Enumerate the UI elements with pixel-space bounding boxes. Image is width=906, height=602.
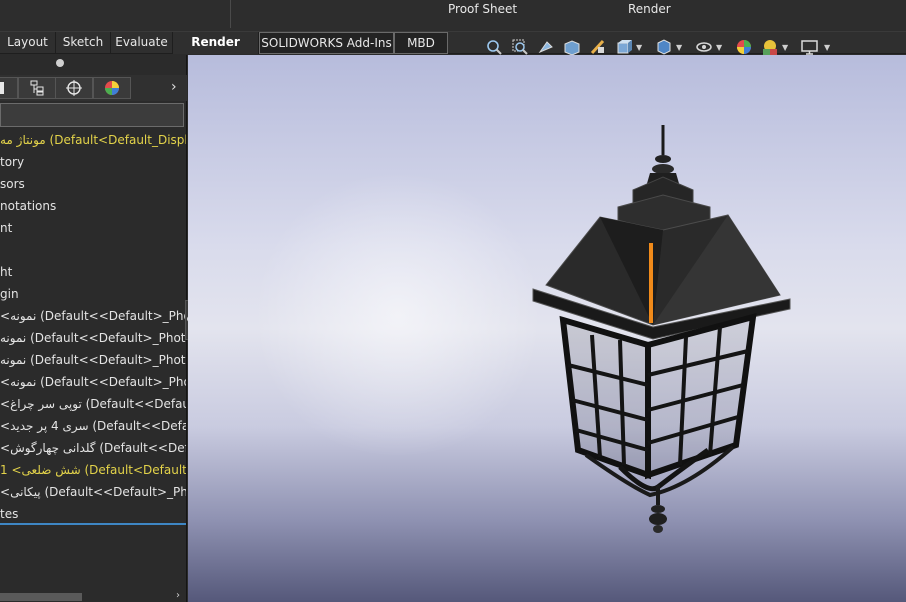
edit-appearance-icon[interactable] [734, 37, 754, 57]
command-manager-ribbon: Proof Sheet Render [0, 0, 906, 32]
panel-grip-icon[interactable] [56, 59, 64, 67]
panel-tabs: › [0, 75, 187, 101]
chevron-down-icon[interactable]: ▼ [636, 43, 642, 52]
apply-scene-icon[interactable] [760, 37, 780, 57]
display-style-icon[interactable] [654, 37, 674, 57]
dynamic-annotation-icon[interactable] [588, 37, 608, 57]
tab-solidworks-addins[interactable]: SOLIDWORKS Add-Ins [259, 32, 394, 54]
horizontal-scrollbar[interactable]: › [0, 590, 186, 602]
tree-item-top-plane[interactable] [0, 239, 186, 261]
tree-item-root-assembly[interactable]: مونتاژ مه (Default<Default_Display S [0, 129, 186, 151]
tab-sketch[interactable]: Sketch [56, 32, 111, 54]
tree-item-component[interactable]: <نمونه (Default<<Default>_Phot [0, 305, 186, 327]
ribbon-separator [230, 0, 231, 28]
tree-item-component[interactable]: نمونه (Default<<Default>_PhotoW [0, 349, 186, 371]
lantern-model[interactable] [188, 55, 906, 602]
tab-layout[interactable]: Layout [0, 32, 56, 54]
tree-item-component[interactable]: <گلدانی چهارگوش (Default<<Defa [0, 437, 186, 459]
tree-item-history[interactable]: tory [0, 151, 186, 173]
heads-up-view-toolbar: ▼ ▼ ▼ ▼ ▼ [484, 37, 844, 57]
tree-filter-input[interactable] [0, 103, 184, 127]
chevron-down-icon[interactable]: ▼ [676, 43, 682, 52]
proof-sheet-button[interactable]: Proof Sheet [448, 2, 517, 16]
graphics-area[interactable] [188, 55, 906, 602]
tab-evaluate[interactable]: Evaluate [111, 32, 173, 54]
view-orientation-icon[interactable] [614, 37, 634, 57]
chevron-down-icon[interactable]: ▼ [716, 43, 722, 52]
tab-mbd[interactable]: MBD [394, 32, 448, 54]
tab-render-tools[interactable]: Render Tools [173, 32, 259, 70]
scroll-right-icon[interactable]: › [176, 590, 180, 601]
chevron-down-icon[interactable]: ▼ [782, 43, 788, 52]
property-manager-tab[interactable] [18, 77, 56, 99]
tree-item-front-plane[interactable]: nt [0, 217, 186, 239]
tree-item-sensors[interactable]: sors [0, 173, 186, 195]
configuration-manager-tab[interactable] [55, 77, 93, 99]
tree-item-component[interactable]: نمونه (Default<<Default>_PhotoW [0, 327, 186, 349]
tree-item-annotations[interactable]: notations [0, 195, 186, 217]
chevron-right-icon[interactable]: › [171, 79, 177, 95]
zoom-to-fit-icon[interactable] [484, 37, 504, 57]
view-settings-icon[interactable] [800, 37, 820, 57]
tree-item-component[interactable]: <نمونه (Default<<Default>_PhotoW [0, 371, 186, 393]
tree-item-mates[interactable]: tes [0, 503, 186, 525]
section-view-icon[interactable] [562, 37, 582, 57]
feature-manager-panel: › مونتاژ مه (Default<Default_Display S t… [0, 55, 187, 602]
scrollbar-thumb[interactable] [0, 593, 82, 601]
hide-show-icon[interactable] [694, 37, 714, 57]
tree-item-component[interactable]: <سری 4 پر جدید (Default<<Default> [0, 415, 186, 437]
tree-rollback-bar[interactable] [0, 523, 186, 525]
tree-item-component[interactable]: <پیکانی (Default<<Default>_Phot [0, 481, 186, 503]
zoom-to-area-icon[interactable] [510, 37, 530, 57]
tree-item-component[interactable]: <توپی سر چراغ (Default<<Default> [0, 393, 186, 415]
tree-item-origin[interactable]: gin [0, 283, 186, 305]
chevron-down-icon[interactable]: ▼ [824, 43, 830, 52]
render-button[interactable]: Render [628, 2, 671, 16]
tree-item-right-plane[interactable]: ht [0, 261, 186, 283]
previous-view-icon[interactable] [536, 37, 556, 57]
tree-item-component-selected[interactable]: 1 <شش ضلعی (Default<Default_l [0, 459, 186, 481]
display-manager-tab[interactable] [93, 77, 131, 99]
feature-manager-tab[interactable] [0, 77, 18, 99]
